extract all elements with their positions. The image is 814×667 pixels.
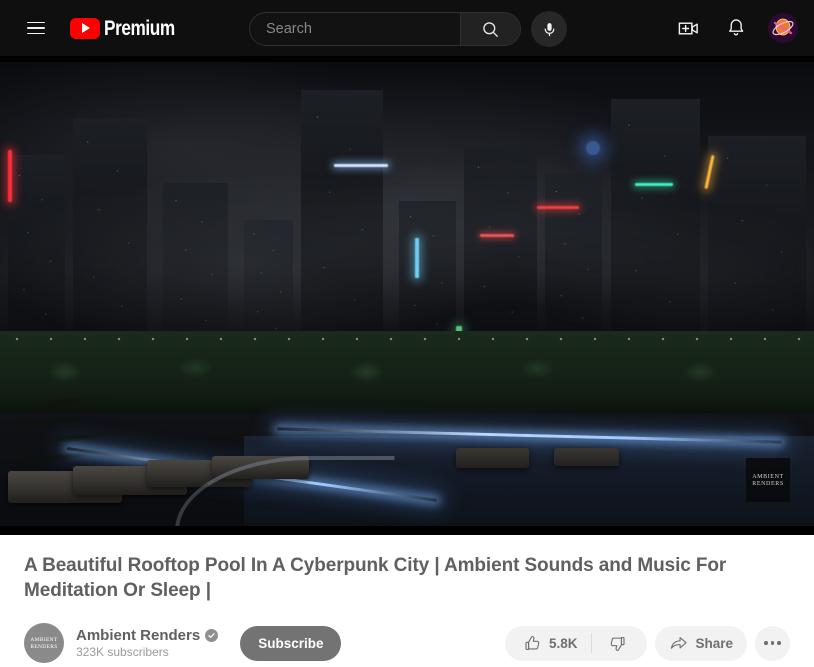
bell-icon [729, 19, 744, 36]
channel-avatar-line-2: RENDERS [30, 643, 58, 650]
subscribe-button[interactable]: Subscribe [240, 625, 342, 661]
microphone-icon [544, 22, 554, 36]
hamburger-menu-icon[interactable] [16, 8, 56, 48]
pool-deck [0, 331, 814, 526]
lounge-chair [553, 448, 619, 466]
more-horizontal-icon [764, 641, 768, 645]
dislike-button[interactable] [602, 634, 633, 653]
channel-watermark[interactable]: AMBIENT RENDERS [746, 458, 790, 502]
video-player[interactable]: AMBIENT RENDERS [0, 56, 814, 535]
search-button[interactable] [460, 13, 520, 45]
channel-text: Ambient Renders 323K subscribers [76, 627, 219, 660]
search-input[interactable] [250, 13, 460, 45]
video-info-section: A Beautiful Rooftop Pool In A Cyberpunk … [0, 535, 814, 664]
more-actions-button[interactable] [755, 625, 790, 661]
watermark-line-2: RENDERS [752, 480, 784, 487]
youtube-premium-logo[interactable]: Premium [70, 16, 190, 40]
channel-avatar[interactable]: AMBIENT RENDERS [24, 623, 64, 664]
page-title: A Beautiful Rooftop Pool In A Cyberpunk … [24, 555, 727, 602]
notifications-button[interactable] [718, 10, 754, 46]
voice-search-button[interactable] [531, 11, 567, 47]
user-avatar[interactable] [768, 13, 798, 43]
masthead: Premium [0, 0, 814, 56]
palm-plant [0, 375, 168, 497]
search-icon [483, 21, 498, 37]
string-lights [0, 334, 814, 345]
search-area [249, 11, 567, 47]
atmospheric-fog [0, 145, 814, 359]
share-button[interactable]: Share [655, 625, 747, 661]
channel-avatar-line-1: AMBIENT [30, 636, 58, 643]
search-box[interactable] [249, 12, 521, 46]
share-arrow-icon [671, 636, 688, 649]
video-action-buttons: 5.8K Share [504, 625, 790, 661]
thumbs-down-icon [611, 636, 626, 651]
like-count: 5.8K [548, 635, 578, 651]
masthead-left: Premium [16, 8, 190, 48]
watermark-line-1: AMBIENT [752, 473, 784, 480]
video-frame: AMBIENT RENDERS [0, 62, 814, 526]
channel-name[interactable]: Ambient Renders [76, 627, 200, 644]
video-meta-row: AMBIENT RENDERS Ambient Renders 323K sub… [24, 623, 790, 664]
logo-label: Premium [104, 16, 175, 40]
lounge-chair [455, 448, 530, 468]
create-video-icon [678, 22, 698, 34]
thumbs-up-icon [525, 635, 540, 650]
avatar-image [768, 13, 798, 43]
youtube-play-icon [70, 17, 100, 39]
like-dislike-group: 5.8K [504, 625, 648, 661]
subscriber-count: 323K subscribers [76, 645, 169, 660]
channel-name-row: Ambient Renders [76, 627, 219, 644]
masthead-right [670, 10, 798, 46]
letterbox-bottom [0, 526, 814, 535]
like-button[interactable]: 5.8K [519, 634, 582, 653]
action-divider [591, 633, 593, 654]
verified-check-icon [205, 629, 219, 643]
share-label: Share [695, 635, 733, 651]
channel-owner[interactable]: AMBIENT RENDERS Ambient Renders 323K sub… [24, 623, 219, 664]
create-video-button[interactable] [670, 10, 706, 46]
